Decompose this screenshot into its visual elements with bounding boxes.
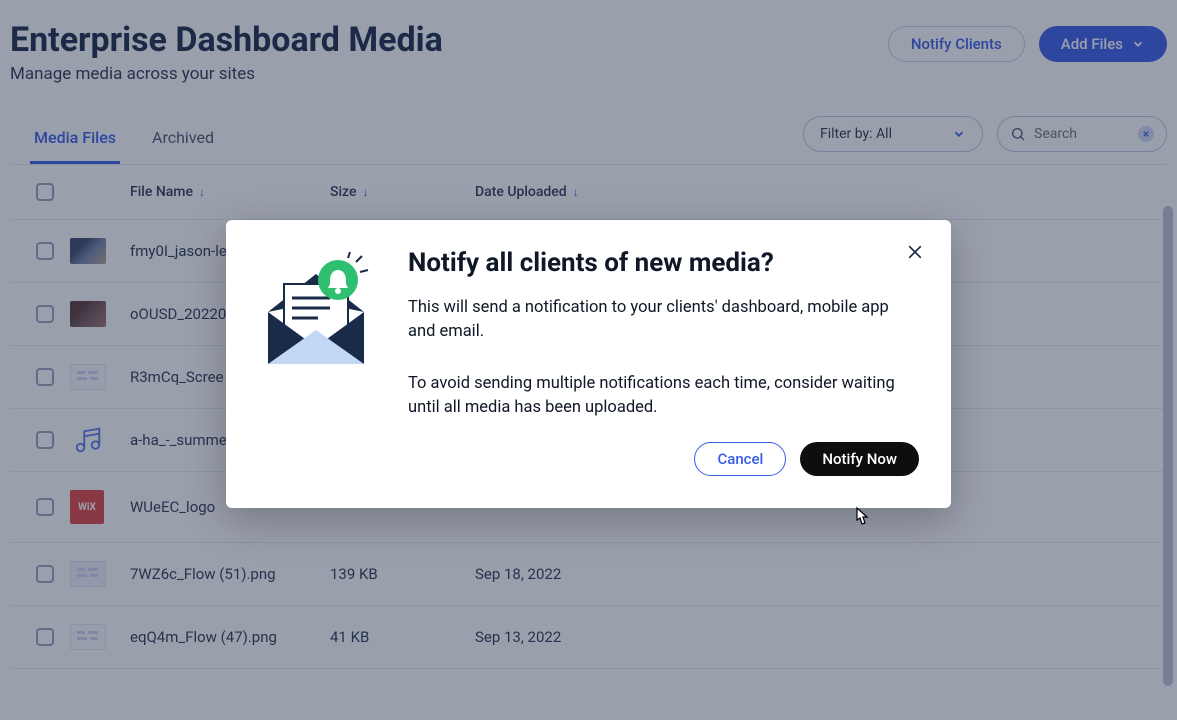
dialog-title: Notify all clients of new media? xyxy=(408,248,919,278)
dialog-text-2: To avoid sending multiple notifications … xyxy=(408,372,919,420)
cancel-button[interactable]: Cancel xyxy=(694,442,786,476)
notify-now-button[interactable]: Notify Now xyxy=(800,442,919,476)
dialog-close-button[interactable] xyxy=(901,238,929,266)
dialog-body: Notify all clients of new media? This wi… xyxy=(408,248,919,476)
notify-dialog: Notify all clients of new media? This wi… xyxy=(226,220,951,508)
dialog-actions: Cancel Notify Now xyxy=(408,442,919,476)
modal-overlay: Notify all clients of new media? This wi… xyxy=(0,0,1177,720)
envelope-illustration xyxy=(256,248,376,376)
dialog-text-1: This will send a notification to your cl… xyxy=(408,296,919,344)
close-icon xyxy=(905,242,925,262)
